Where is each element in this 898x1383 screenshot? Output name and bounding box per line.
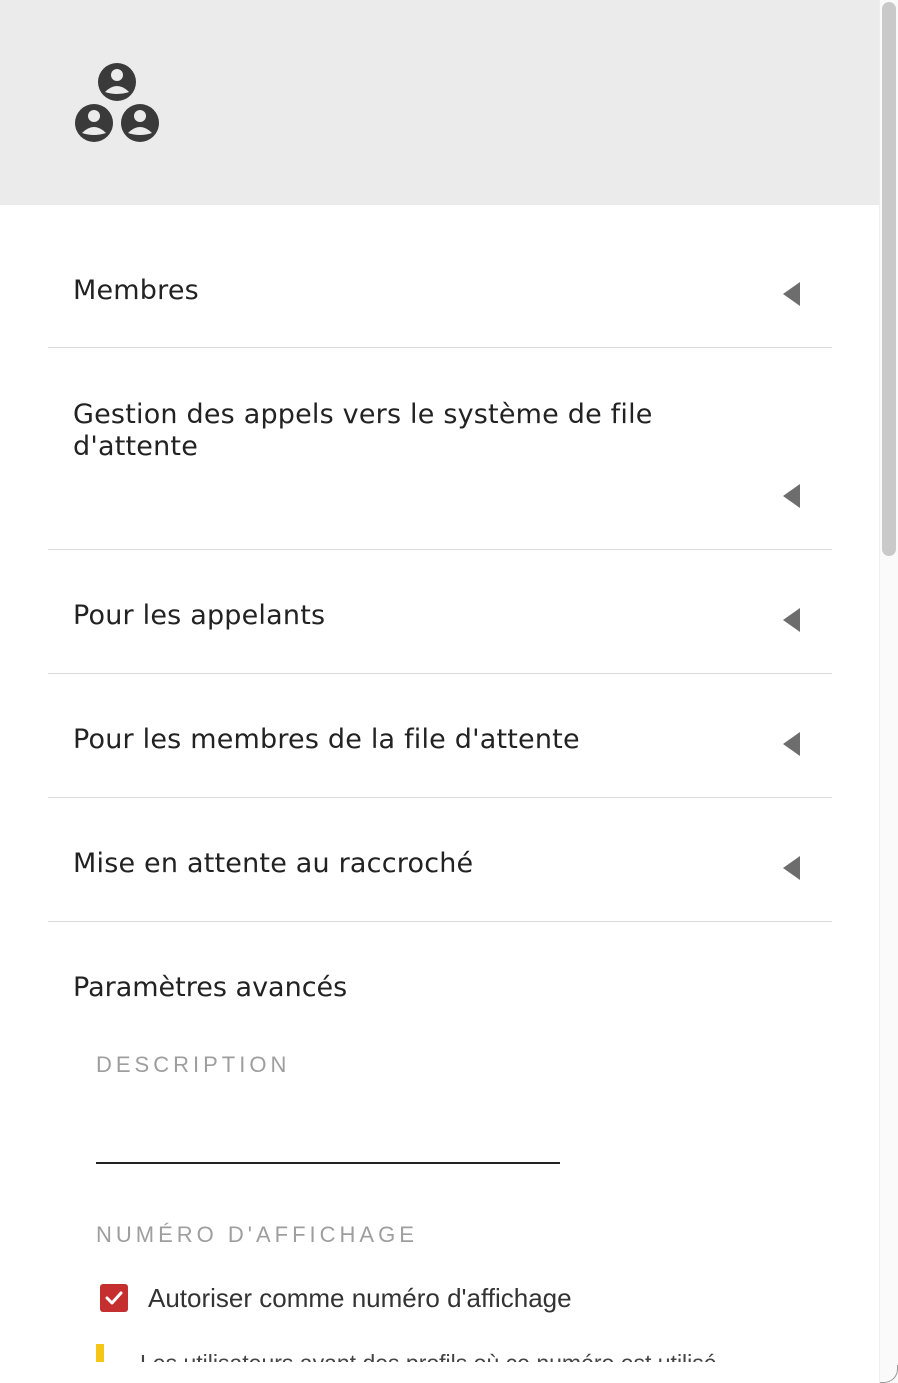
section-title: Pour les appelants	[73, 600, 326, 631]
caret-left-icon[interactable]	[783, 856, 800, 880]
section-title: Pour les membres de la file d'attente	[73, 724, 580, 755]
section-title: Membres	[73, 275, 199, 306]
section-pour-appelants[interactable]: Pour les appelants	[48, 550, 832, 674]
caret-left-icon[interactable]	[783, 282, 800, 306]
scrollbar-thumb[interactable]	[882, 2, 896, 556]
warning-text: Les utilisateurs ayant des profils où ce…	[140, 1350, 717, 1363]
section-mise-en-attente[interactable]: Mise en attente au raccroché	[48, 798, 832, 922]
description-input[interactable]	[96, 1100, 560, 1164]
caret-left-icon[interactable]	[783, 732, 800, 756]
display-number-label: NUMÉRO D'AFFICHAGE	[96, 1222, 418, 1247]
allow-display-label[interactable]: Autoriser comme numéro d'affichage	[148, 1283, 572, 1314]
scrollbar[interactable]	[879, 0, 898, 1383]
caret-left-icon[interactable]	[783, 484, 800, 508]
description-label: DESCRIPTION	[96, 1052, 291, 1077]
allow-display-checkbox[interactable]	[100, 1284, 128, 1312]
header-banner	[0, 0, 880, 205]
warning-indicator	[96, 1344, 104, 1362]
section-title: Mise en attente au raccroché	[73, 848, 474, 879]
group-icon	[75, 63, 159, 142]
section-title: Gestion des appels vers le système de fi…	[73, 399, 653, 462]
section-gestion-appels[interactable]: Gestion des appels vers le système de fi…	[48, 348, 832, 550]
section-pour-membres-file[interactable]: Pour les membres de la file d'attente	[48, 674, 832, 798]
checkmark-icon	[105, 1291, 123, 1305]
bottom-edge	[0, 1362, 880, 1383]
section-membres[interactable]: Membres	[48, 205, 832, 348]
caret-left-icon[interactable]	[783, 608, 800, 632]
advanced-settings-title: Paramètres avancés	[73, 972, 348, 1003]
